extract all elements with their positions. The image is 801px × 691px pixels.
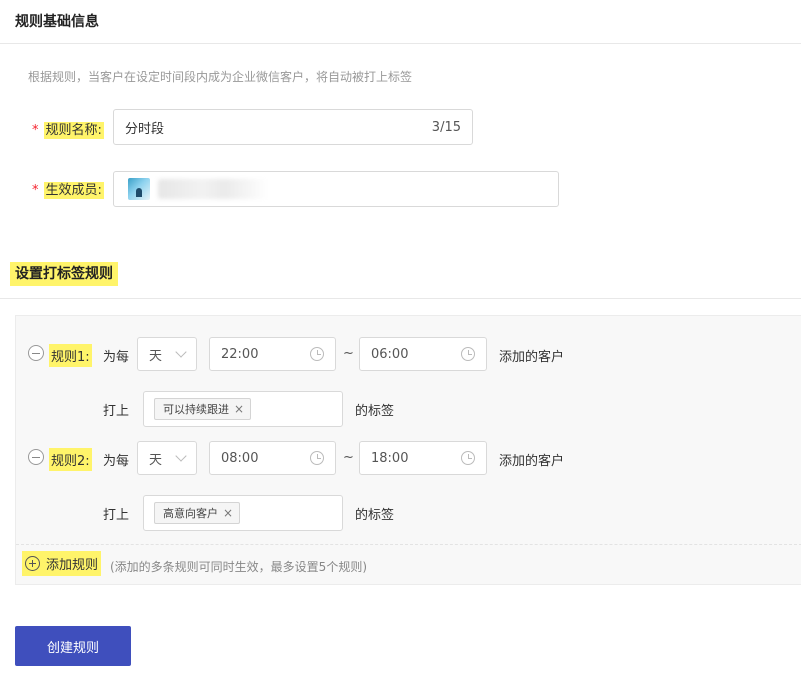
rule-name-value: 分时段 xyxy=(125,121,165,137)
plus-circle-icon xyxy=(25,556,40,571)
rule-name-input[interactable]: 分时段 3/15 xyxy=(113,109,473,145)
divider xyxy=(0,43,801,44)
rule-1-added-text: 添加的客户 xyxy=(499,350,565,365)
rule-2-tag-suffix: 的标签 xyxy=(355,508,395,523)
rule-2-start-time[interactable]: 08:00 xyxy=(209,441,336,475)
basic-info-title: 规则基础信息 xyxy=(15,14,99,30)
rule-2-period-select[interactable]: 天 xyxy=(137,441,197,475)
avatar xyxy=(128,178,150,200)
rule-1-tag-suffix: 的标签 xyxy=(355,404,395,419)
close-icon[interactable]: × xyxy=(234,402,244,416)
close-icon[interactable]: × xyxy=(223,506,233,520)
rule-2-tag-select[interactable]: 高意向客户 × xyxy=(143,495,343,531)
add-rule-note: (添加的多条规则可同时生效，最多设置5个规则) xyxy=(110,560,367,574)
divider xyxy=(16,544,801,545)
rule-1-tag-prefix: 打上 xyxy=(103,404,130,419)
members-selector[interactable] xyxy=(113,171,559,207)
rules-panel: 规则1: 为每 天 22:00 ~ 06:00 添加的客户 打上 可以持续跟进 … xyxy=(15,315,801,585)
rule-1-per-text: 为每 xyxy=(103,350,130,365)
rule-2-end-time[interactable]: 18:00 xyxy=(359,441,487,475)
required-mark: * xyxy=(32,183,39,198)
rule-1-tag-select[interactable]: 可以持续跟进 × xyxy=(143,391,343,427)
add-rule-button[interactable]: 添加规则 xyxy=(22,551,102,576)
basic-info-hint: 根据规则，当客户在设定时间段内成为企业微信客户，将自动被打上标签 xyxy=(28,70,413,84)
divider xyxy=(0,298,801,299)
range-separator: ~ xyxy=(343,450,354,465)
required-mark: * xyxy=(32,123,39,138)
rule-name-label: * 规则名称: xyxy=(32,122,104,139)
clock-icon xyxy=(461,347,475,361)
rule-1-period-select[interactable]: 天 xyxy=(137,337,197,371)
clock-icon xyxy=(310,451,324,465)
rule-2-added-text: 添加的客户 xyxy=(499,454,565,469)
chevron-down-icon xyxy=(175,346,187,358)
rule-name-count: 3/15 xyxy=(431,119,461,135)
rule-2-tag-prefix: 打上 xyxy=(103,508,130,523)
rule-1-tag: 可以持续跟进 × xyxy=(154,398,252,420)
clock-icon xyxy=(310,347,324,361)
rules-section-title: 设置打标签规则 xyxy=(10,262,118,286)
member-name-redacted xyxy=(158,179,268,199)
clock-icon xyxy=(461,451,475,465)
remove-rule-2-icon[interactable] xyxy=(28,449,44,465)
rule-2-label: 规则2: xyxy=(49,448,92,471)
members-label: * 生效成员: xyxy=(32,182,104,199)
rule-2-per-text: 为每 xyxy=(103,454,130,469)
remove-rule-1-icon[interactable] xyxy=(28,345,44,361)
chevron-down-icon xyxy=(175,450,187,462)
rule-2-tag: 高意向客户 × xyxy=(154,502,241,524)
rule-1-label: 规则1: xyxy=(49,344,92,367)
create-rule-button[interactable]: 创建规则 xyxy=(15,626,131,666)
rule-1-end-time[interactable]: 06:00 xyxy=(359,337,487,371)
rule-1-start-time[interactable]: 22:00 xyxy=(209,337,336,371)
range-separator: ~ xyxy=(343,346,354,361)
